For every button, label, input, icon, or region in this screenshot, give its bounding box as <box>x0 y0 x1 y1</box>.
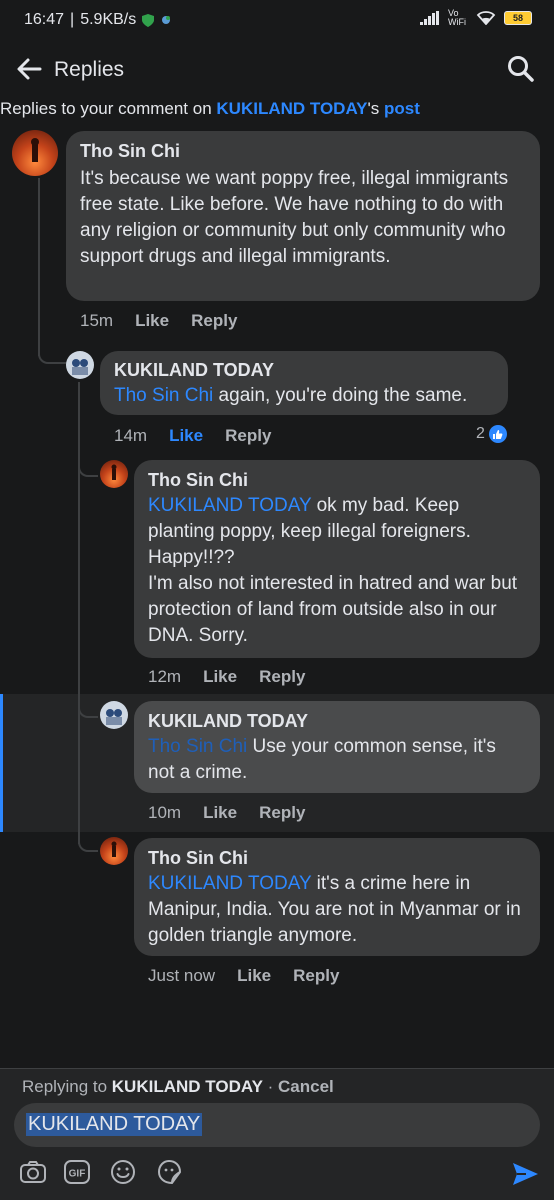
thread-line <box>38 178 40 356</box>
reply-button[interactable]: Reply <box>225 426 271 446</box>
comment-time: Just now <box>148 966 216 985</box>
comment-author[interactable]: KUKILAND TODAY <box>114 360 494 381</box>
comment-actions: 14m Like Reply <box>114 426 271 446</box>
network-speed: 5.9KB/s <box>80 11 137 28</box>
avatar[interactable] <box>66 351 94 379</box>
comment-body: again, you're doing the same. <box>213 385 468 406</box>
comment-bubble[interactable]: Tho Sin Chi KUKILAND TODAY it's a crime … <box>134 838 540 956</box>
status-bar: 16:47 | 5.9KB/s Vo WiFi 58 <box>0 0 554 40</box>
signal-icon <box>420 11 439 25</box>
thumbs-up-icon <box>488 425 507 443</box>
page-name-link[interactable]: KUKILAND TODAY <box>216 99 367 118</box>
send-icon[interactable] <box>510 1159 540 1189</box>
app-header: Replies <box>0 44 554 96</box>
like-button[interactable]: Like <box>203 667 237 687</box>
mention-link[interactable]: Tho Sin Chi <box>148 736 247 757</box>
clock: 16:47 <box>24 11 65 28</box>
sticker-icon[interactable] <box>154 1157 184 1187</box>
comment-actions: 15m Like Reply <box>80 311 237 331</box>
thread-connector <box>78 830 98 852</box>
comment-author[interactable]: KUKILAND TODAY <box>148 711 526 732</box>
avatar[interactable] <box>100 460 128 488</box>
avatar[interactable] <box>100 837 128 865</box>
shield-icon <box>142 13 155 27</box>
comment-bubble[interactable]: Tho Sin Chi KUKILAND TODAY ok my bad. Ke… <box>134 460 540 658</box>
avatar[interactable] <box>100 701 128 729</box>
cancel-button[interactable]: Cancel <box>278 1077 334 1096</box>
replying-prefix: Replying to <box>22 1077 112 1096</box>
svg-text:GIF: GIF <box>69 1169 86 1180</box>
comment-bubble[interactable]: KUKILAND TODAY Tho Sin Chi Use your comm… <box>134 701 540 793</box>
gif-icon[interactable]: GIF <box>62 1157 92 1187</box>
comment-time: 10m <box>148 803 182 822</box>
comment-text: KUKILAND TODAY it's a crime here in Mani… <box>148 871 526 949</box>
context-suffix: 's <box>367 99 380 118</box>
thread-connector <box>78 696 98 718</box>
reply-button[interactable]: Reply <box>259 803 305 823</box>
comment-actions: 10m Like Reply <box>148 803 305 823</box>
like-button[interactable]: Like <box>203 803 237 823</box>
post-link[interactable]: post <box>384 99 420 118</box>
page-title: Replies <box>54 58 125 81</box>
mention-link[interactable]: KUKILAND TODAY <box>148 873 311 894</box>
like-button[interactable]: Like <box>135 311 169 331</box>
comment-time: 14m <box>114 426 148 445</box>
reply-button[interactable]: Reply <box>293 966 339 986</box>
reply-input-text[interactable]: KUKILAND TODAY <box>26 1113 203 1136</box>
comment-text: Tho Sin Chi Use your common sense, it's … <box>148 734 526 786</box>
comment-time: 15m <box>80 311 114 330</box>
comment-text-continued: I'm also not interested in hatred and wa… <box>148 573 518 646</box>
thread-connector <box>38 340 66 364</box>
comment-bubble[interactable]: KUKILAND TODAY Tho Sin Chi again, you're… <box>100 351 508 415</box>
reply-composer: Replying to KUKILAND TODAY · Cancel KUKI… <box>0 1068 554 1200</box>
comment-time: 12m <box>148 667 182 686</box>
emoji-icon[interactable] <box>108 1157 138 1187</box>
reply-input[interactable]: KUKILAND TODAY <box>14 1103 540 1147</box>
app-notification-icon <box>162 16 171 24</box>
separator: | <box>70 11 75 28</box>
mention-link[interactable]: KUKILAND TODAY <box>148 495 311 516</box>
status-left: 16:47 | 5.9KB/s <box>24 11 172 29</box>
reaction-number: 2 <box>476 425 485 442</box>
like-button[interactable]: Like <box>237 966 271 986</box>
camera-icon[interactable] <box>18 1157 48 1187</box>
thread-connector <box>78 455 98 477</box>
comment-author[interactable]: Tho Sin Chi <box>148 848 526 869</box>
comment-author[interactable]: Tho Sin Chi <box>80 141 526 162</box>
comment-author[interactable]: Tho Sin Chi <box>148 470 526 491</box>
like-button[interactable]: Like <box>169 426 203 446</box>
replying-to-name: KUKILAND TODAY <box>111 1077 263 1096</box>
comment-actions: 12m Like Reply <box>148 667 305 687</box>
comment-text: It's because we want poppy free, illegal… <box>80 168 509 267</box>
reaction-count[interactable]: 2 <box>476 425 507 443</box>
mention-link[interactable]: Tho Sin Chi <box>114 385 213 406</box>
reply-button[interactable]: Reply <box>191 311 237 331</box>
comment-bubble[interactable]: Tho Sin Chi It's because we want poppy f… <box>66 131 540 301</box>
reply-button[interactable]: Reply <box>259 667 305 687</box>
thread-line <box>78 382 80 844</box>
battery-indicator: 58 <box>504 11 532 25</box>
context-line: Replies to your comment on KUKILAND TODA… <box>0 99 420 119</box>
replying-to-bar: Replying to KUKILAND TODAY · Cancel <box>22 1077 334 1096</box>
status-right: Vo WiFi 58 <box>420 9 532 27</box>
avatar[interactable] <box>12 130 58 176</box>
wifi-icon <box>476 11 496 25</box>
back-arrow-icon[interactable] <box>14 54 44 84</box>
vowifi-label: Vo WiFi <box>448 8 466 27</box>
context-prefix: Replies to your comment on <box>0 99 217 118</box>
comment-text: Tho Sin Chi again, you're doing the same… <box>114 383 494 409</box>
comment-actions: Just now Like Reply <box>148 966 339 986</box>
search-icon[interactable] <box>506 54 536 84</box>
comment-text: KUKILAND TODAY ok my bad. Keep planting … <box>148 493 526 571</box>
